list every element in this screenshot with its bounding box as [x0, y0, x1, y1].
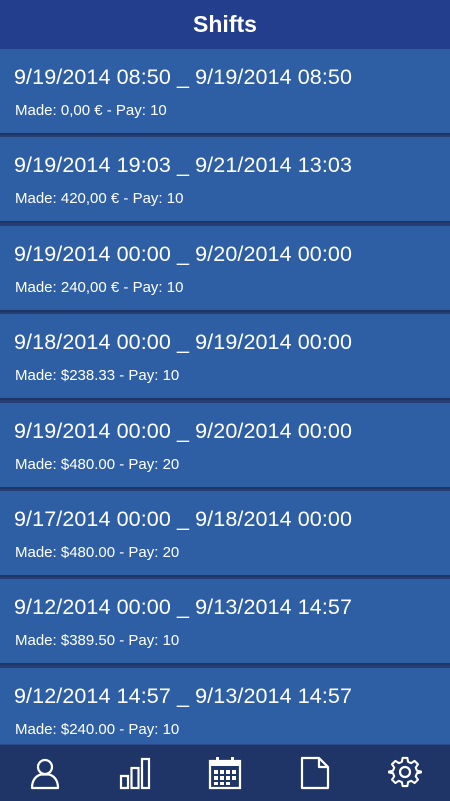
app-header: Shifts	[0, 0, 450, 49]
calendar-icon	[208, 757, 242, 790]
user-icon	[30, 758, 60, 790]
shift-date-range: 9/19/2014 08:50 _ 9/19/2014 08:50	[14, 65, 353, 89]
shift-date-range: 9/17/2014 00:00 _ 9/18/2014 00:00	[14, 506, 353, 531]
page-title: Shifts	[193, 11, 257, 37]
shift-row[interactable]: 9/19/2014 08:50 _ 9/19/2014 08:50 Made: …	[0, 49, 450, 135]
document-icon	[300, 756, 330, 790]
tab-settings[interactable]	[375, 745, 435, 801]
gear-icon	[388, 756, 422, 788]
shift-earnings: Made: $240.00 - Pay: 10	[15, 720, 180, 738]
shift-earnings: Made: $238.33 - Pay: 10	[15, 367, 180, 385]
shift-date-range: 9/19/2014 19:03 _ 9/21/2014 13:03	[14, 153, 353, 178]
shift-row[interactable]: 9/19/2014 19:03 _ 9/21/2014 13:03 Made: …	[0, 137, 450, 224]
shift-earnings: Made: $480.00 - Pay: 20	[15, 543, 180, 561]
shift-date-range: 9/12/2014 14:57 _ 9/13/2014 14:57	[14, 683, 353, 708]
shift-row[interactable]: 9/17/2014 00:00 _ 9/18/2014 00:00 Made: …	[0, 490, 450, 577]
shift-date-range: 9/19/2014 00:00 _ 9/20/2014 00:00	[14, 241, 353, 266]
shift-row[interactable]: 9/12/2014 14:57 _ 9/13/2014 14:57 Made: …	[0, 667, 450, 744]
shift-date-range: 9/12/2014 00:00 _ 9/13/2014 14:57	[14, 595, 353, 620]
tab-reports[interactable]	[285, 745, 345, 801]
shift-earnings: Made: 240,00 € - Pay: 10	[15, 278, 184, 296]
shift-earnings: Made: 420,00 € - Pay: 10	[15, 190, 184, 208]
shift-list[interactable]: 9/19/2014 08:50 _ 9/19/2014 08:50 Made: …	[0, 49, 450, 744]
tab-statistics[interactable]	[105, 745, 165, 801]
bottom-tab-bar	[0, 744, 450, 801]
shift-earnings: Made: $389.50 - Pay: 10	[15, 632, 180, 650]
shift-earnings: Made: 0,00 € - Pay: 10	[15, 102, 167, 119]
tab-profile[interactable]	[15, 745, 75, 801]
shift-row[interactable]: 9/18/2014 00:00 _ 9/19/2014 00:00 Made: …	[0, 314, 450, 401]
shift-row[interactable]: 9/12/2014 00:00 _ 9/13/2014 14:57 Made: …	[0, 579, 450, 666]
shift-earnings: Made: $480.00 - Pay: 20	[15, 455, 180, 473]
bar-chart-icon	[119, 757, 151, 790]
shift-row[interactable]: 9/19/2014 00:00 _ 9/20/2014 00:00 Made: …	[0, 225, 450, 312]
shift-date-range: 9/19/2014 00:00 _ 9/20/2014 00:00	[14, 418, 353, 443]
shift-date-range: 9/18/2014 00:00 _ 9/19/2014 00:00	[14, 330, 353, 355]
tab-calendar[interactable]	[195, 745, 255, 801]
shift-row[interactable]: 9/19/2014 00:00 _ 9/20/2014 00:00 Made: …	[0, 402, 450, 489]
